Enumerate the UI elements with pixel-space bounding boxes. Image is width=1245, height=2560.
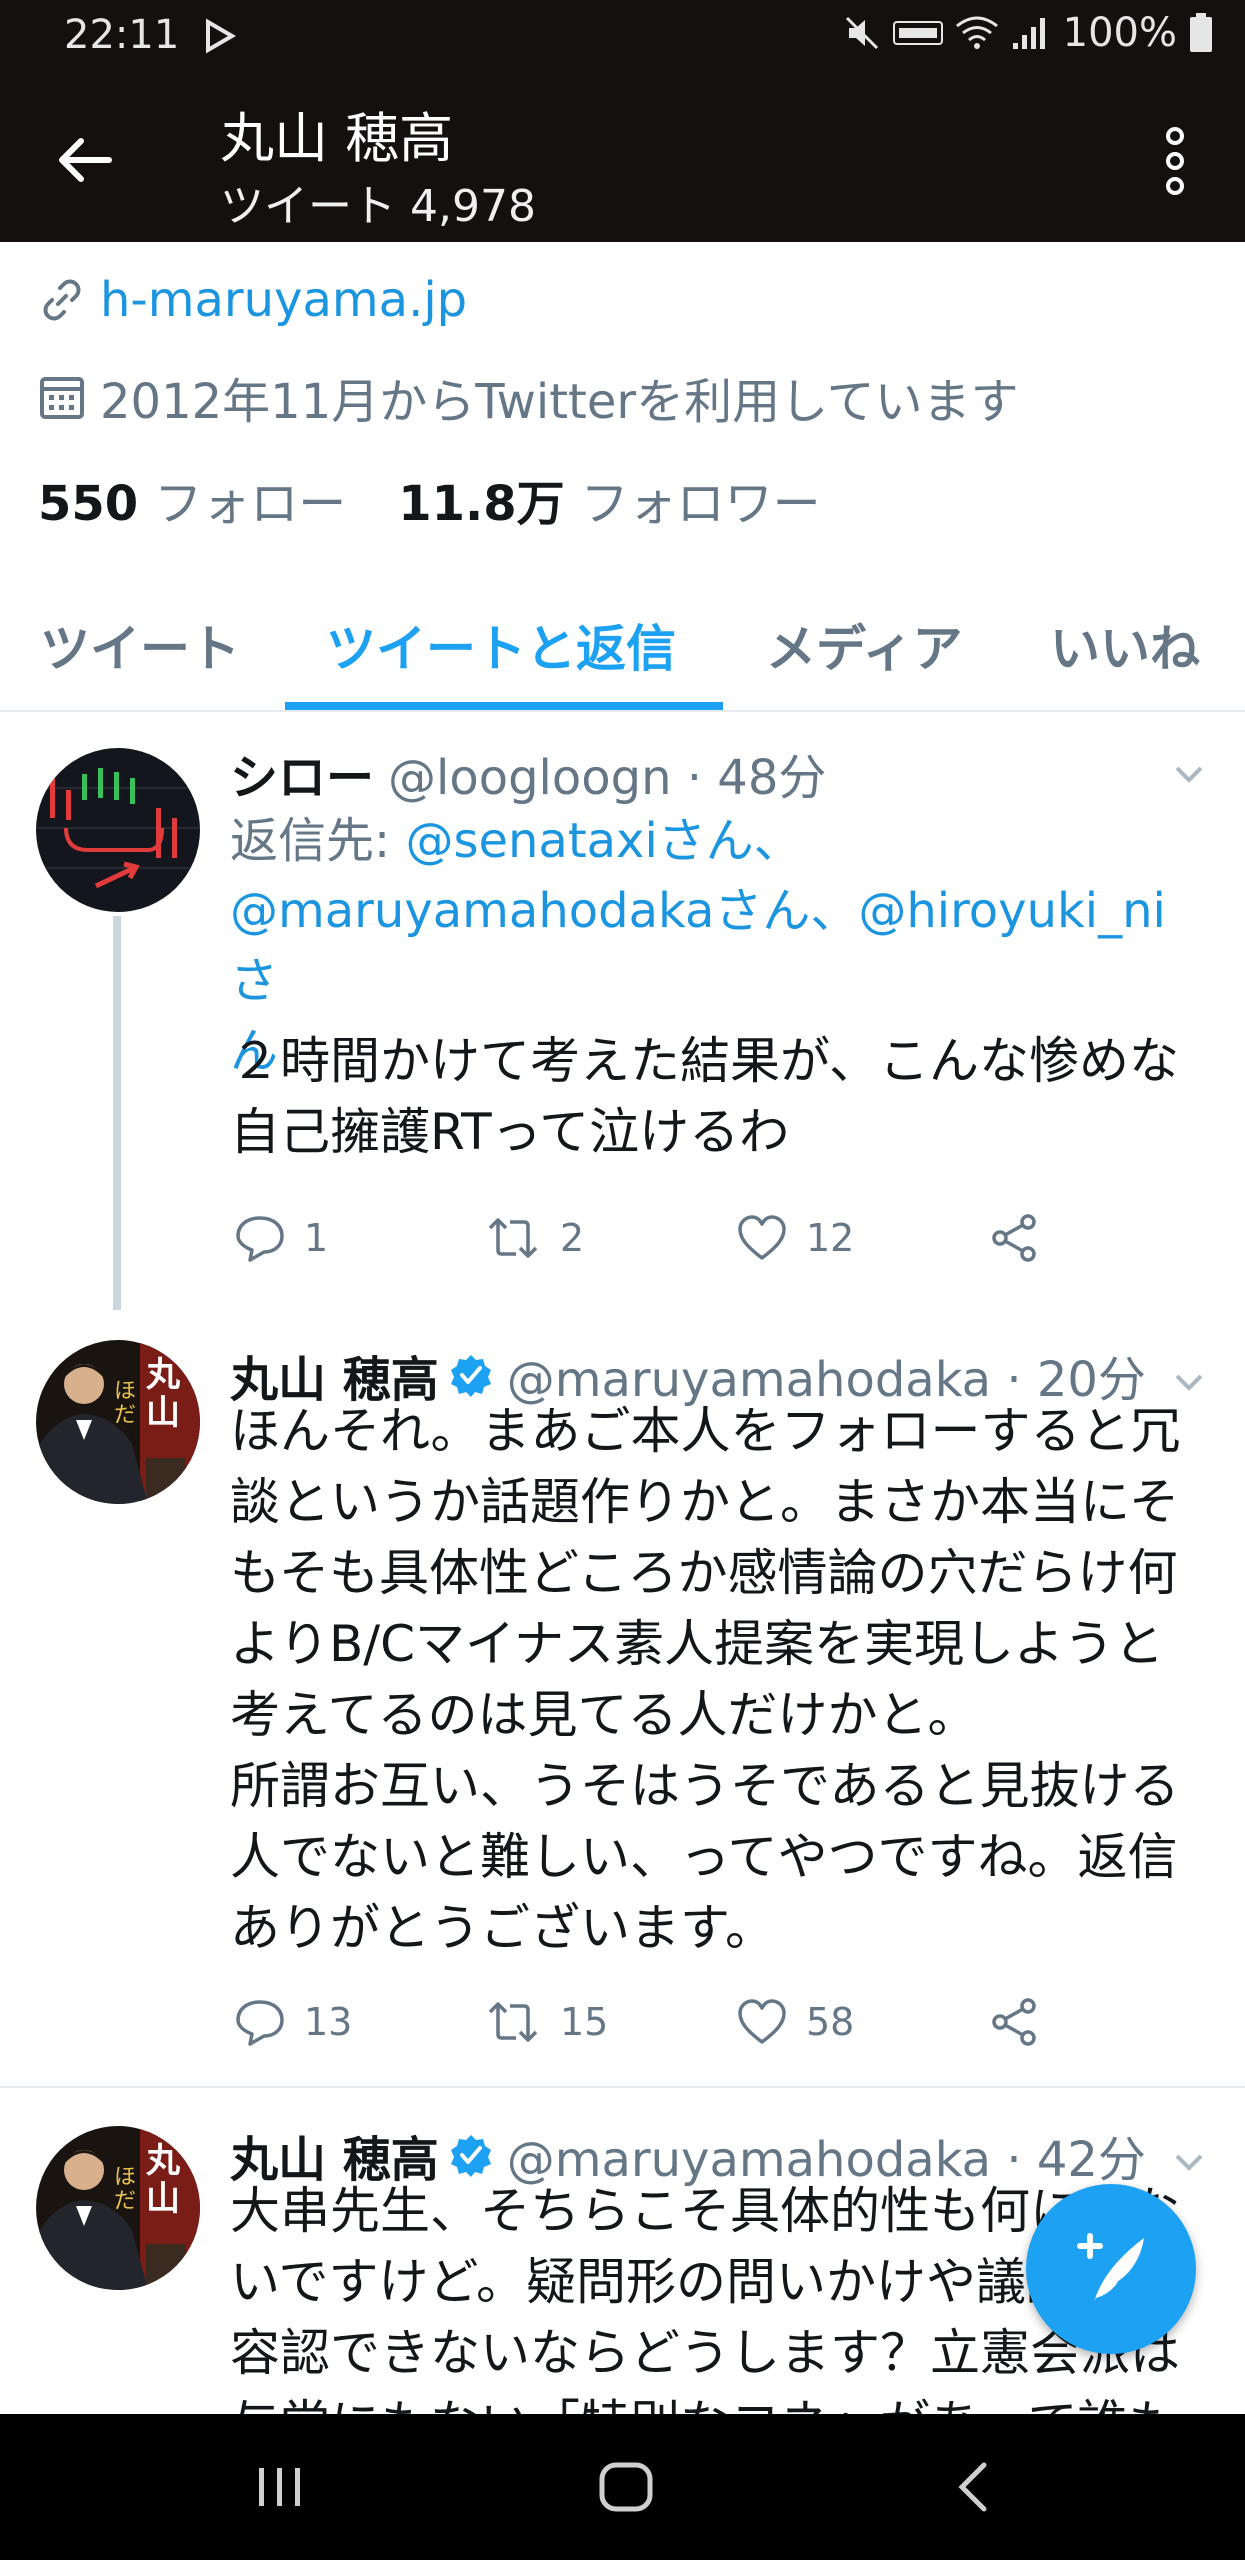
compose-icon <box>1077 2233 1144 2302</box>
svg-text:ほ: ほ <box>114 2165 136 2190</box>
like-count: 12 <box>806 1216 855 1260</box>
like-button[interactable]: 58 <box>736 1996 854 2048</box>
header-title: 丸山 穂高 <box>220 107 454 170</box>
svg-text:丸: 丸 <box>145 2141 180 2181</box>
politician-avatar-image: 丸 山 ほ だ <box>36 1340 200 1504</box>
author-handle-time: @loogloogn · 48分 <box>388 750 827 806</box>
heart-icon <box>738 1999 786 2044</box>
share-button[interactable] <box>988 1212 1040 1264</box>
battery-percent: 100% <box>1062 10 1177 56</box>
status-icons: 100% <box>843 10 1213 56</box>
verified-badge-icon <box>450 2135 491 2177</box>
author-name[interactable]: シロー <box>230 738 374 808</box>
retweet-button[interactable]: 15 <box>484 1996 608 2048</box>
verified-badge-icon <box>450 1355 491 1397</box>
wifi-icon <box>955 16 998 49</box>
profile-website[interactable]: h-maruyama.jp <box>38 272 467 328</box>
reply-button[interactable]: 1 <box>234 1212 328 1264</box>
calendar-icon <box>40 377 84 419</box>
more-options-button[interactable] <box>1135 116 1215 206</box>
avatar[interactable]: 丸 山 ほ だ <box>36 1340 200 1504</box>
system-back-button[interactable] <box>894 2414 1054 2560</box>
compose-tweet-button[interactable] <box>1026 2184 1196 2354</box>
reply-icon <box>236 2000 284 2046</box>
mute-icon <box>845 16 878 50</box>
followers-count: 11.8万 <box>398 476 565 532</box>
tweet-actions: 13 15 58 <box>230 1996 1130 2056</box>
status-time: 22:11 <box>64 12 180 58</box>
system-nav-bar <box>0 2414 1245 2560</box>
mention-link[interactable]: @maruyamahodakaさん、@hiroyuki_niさ <box>230 883 1166 1009</box>
recent-apps-icon <box>259 2468 300 2506</box>
like-button[interactable]: 12 <box>736 1212 854 1264</box>
svg-text:だ: だ <box>114 2189 136 2214</box>
tweet-text: ほんそれ。まあご本人をフォローすると冗 談というか話題作りかと。まさか本当にそ … <box>230 1402 1181 1957</box>
battery-icon <box>1190 13 1212 52</box>
followers-stat[interactable]: 11.8万 フォロワー <box>398 464 820 534</box>
more-vertical-icon <box>1166 127 1184 195</box>
avatar[interactable]: 丸 山 ほ だ <box>36 2126 200 2290</box>
website-link[interactable]: h-maruyama.jp <box>100 272 467 328</box>
svg-text:ほ: ほ <box>114 1379 136 1404</box>
play-icon <box>206 18 236 54</box>
retweet-count: 15 <box>560 2000 609 2044</box>
profile-header: 丸山 穂高 ツイート 4,978 <box>0 80 1245 242</box>
politician-avatar-image: 丸 山 ほ だ <box>36 2126 200 2290</box>
recents-button[interactable] <box>200 2414 360 2560</box>
svg-text:山: 山 <box>146 1393 180 1433</box>
tweet-actions: 1 2 12 <box>230 1212 1130 1272</box>
reply-button[interactable]: 13 <box>234 1996 352 2048</box>
link-icon <box>43 279 81 321</box>
header-tweet-count: ツイート 4,978 <box>220 181 536 232</box>
tab-tweets-and-replies[interactable]: ツイートと返信 <box>326 604 676 694</box>
share-button[interactable] <box>988 1996 1040 2048</box>
following-label: フォロー <box>154 476 347 532</box>
chevron-left-icon <box>958 2462 987 2512</box>
svg-text:丸: 丸 <box>145 1355 180 1395</box>
reply-to-prefix: 返信先: <box>230 813 406 869</box>
tweet-item[interactable]: シロー @loogloogn · 48分 返信先: @senataxiさん、 @… <box>0 714 1245 1310</box>
share-icon <box>992 1214 1036 1262</box>
chart-avatar-image <box>36 748 200 912</box>
back-button[interactable] <box>40 120 130 200</box>
profile-joined-date: 2012年11月からTwitterを利用しています <box>38 362 1019 432</box>
avatar[interactable] <box>36 748 200 912</box>
following-stat[interactable]: 550 フォロー <box>38 464 346 534</box>
signal-icon <box>1012 18 1045 49</box>
mention-link[interactable]: @senataxiさん、 <box>405 813 801 869</box>
retweet-count: 2 <box>560 1216 585 1260</box>
tab-likes[interactable]: いいね <box>1050 604 1200 694</box>
joined-text: 2012年11月からTwitterを利用しています <box>100 374 1019 430</box>
volte-icon <box>892 21 943 45</box>
profile-stats: 550 フォロー 11.8万 フォロワー <box>38 464 821 534</box>
share-icon <box>992 1998 1036 2046</box>
retweet-icon <box>488 1218 538 1258</box>
tweet-item[interactable]: 丸 山 ほ だ 丸山 穂高 @maruyamahodaka · 20分 ほんそれ… <box>0 1310 1245 2082</box>
tweet-text: ２時間かけて考えた結果が、こんな惨めな 自己擁護RTって泣けるわ <box>230 1032 1179 1161</box>
active-tab-indicator <box>285 702 723 710</box>
thread-line <box>113 916 121 1310</box>
arrow-left-icon <box>59 138 112 182</box>
followers-label: フォロワー <box>580 476 821 532</box>
home-button[interactable] <box>546 2414 706 2560</box>
chevron-down-icon[interactable] <box>1169 754 1209 794</box>
like-count: 58 <box>806 2000 855 2044</box>
svg-text:山: 山 <box>146 2179 180 2219</box>
reply-icon <box>236 1216 284 1262</box>
reply-count: 1 <box>304 1216 329 1260</box>
reply-count: 13 <box>304 2000 353 2044</box>
tab-tweets[interactable]: ツイート <box>40 604 240 694</box>
home-icon <box>599 2462 653 2512</box>
status-bar: 22:11 100% <box>0 0 1245 80</box>
retweet-button[interactable]: 2 <box>484 1212 584 1264</box>
following-count: 550 <box>38 476 139 532</box>
svg-text:だ: だ <box>114 1403 136 1428</box>
retweet-icon <box>488 2002 538 2042</box>
tweet-header: シロー @loogloogn · 48分 <box>230 738 826 808</box>
heart-icon <box>738 1215 786 1260</box>
tab-media[interactable]: メディア <box>766 604 963 694</box>
profile-tabs: ツイート ツイートと返信 メディア いいね <box>0 590 1245 712</box>
